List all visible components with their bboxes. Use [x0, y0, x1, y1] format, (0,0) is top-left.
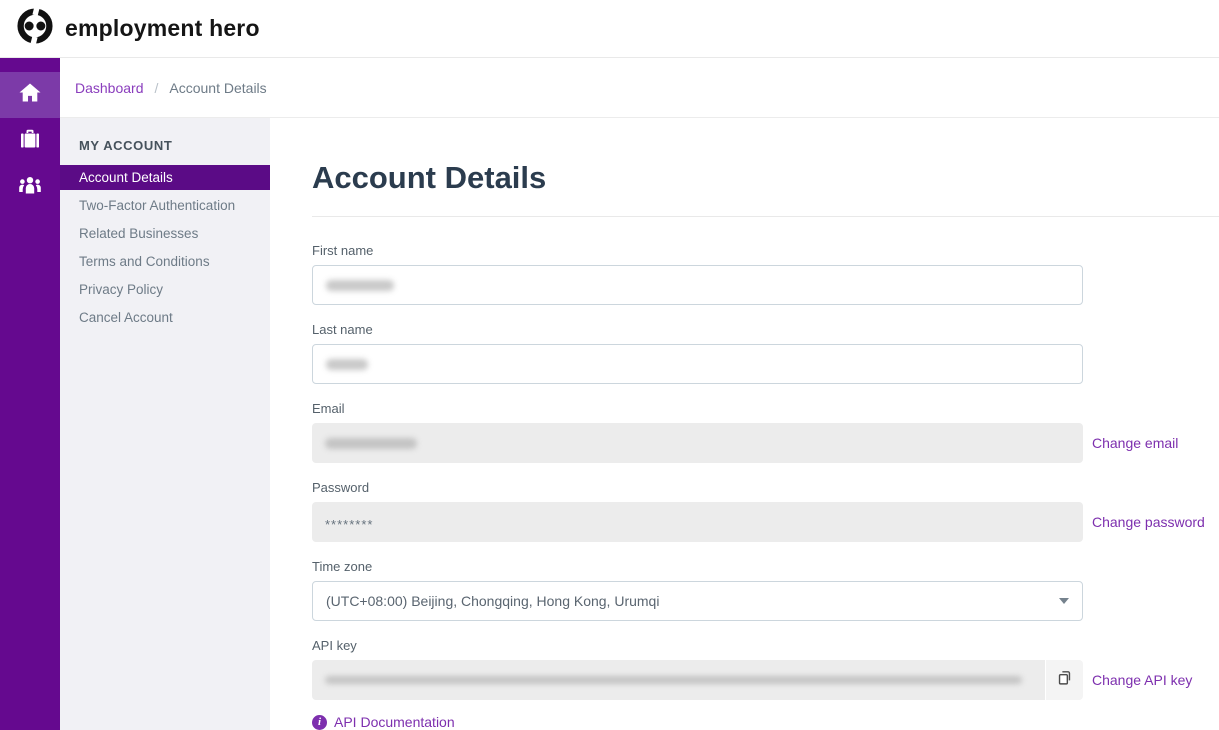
time-zone-label: Time zone — [312, 559, 1219, 574]
last-name-input[interactable] — [312, 344, 1083, 384]
first-name-group: First name — [312, 243, 1219, 305]
menu-item-two-factor[interactable]: Two-Factor Authentication — [60, 193, 270, 218]
email-label: Email — [312, 401, 1219, 416]
time-zone-group: Time zone (UTC+08:00) Beijing, Chongqing… — [312, 559, 1219, 621]
time-zone-select[interactable]: (UTC+08:00) Beijing, Chongqing, Hong Kon… — [312, 581, 1083, 621]
password-input: ******** — [312, 502, 1083, 542]
time-zone-value: (UTC+08:00) Beijing, Chongqing, Hong Kon… — [326, 593, 659, 609]
email-group: Email Change email — [312, 401, 1219, 463]
app-sidebar — [0, 58, 60, 730]
menu-item-terms[interactable]: Terms and Conditions — [60, 249, 270, 274]
menu-section-title: MY ACCOUNT — [60, 138, 270, 165]
last-name-label: Last name — [312, 322, 1219, 337]
api-key-input — [312, 660, 1045, 700]
chevron-down-icon — [1059, 598, 1069, 604]
sidebar-item-work[interactable] — [0, 118, 60, 164]
redacted-email — [325, 438, 417, 449]
api-key-input-group — [312, 660, 1083, 700]
change-api-key-link[interactable]: Change API key — [1092, 672, 1192, 688]
first-name-input[interactable] — [312, 265, 1083, 305]
email-input — [312, 423, 1083, 463]
menu-item-account-details[interactable]: Account Details — [60, 165, 270, 190]
password-label: Password — [312, 480, 1219, 495]
employment-hero-logo-icon — [17, 8, 53, 49]
briefcase-icon — [18, 127, 42, 156]
page-title: Account Details — [312, 160, 1219, 196]
menu-item-privacy[interactable]: Privacy Policy — [60, 277, 270, 302]
app-window: employment hero — [0, 0, 1219, 730]
home-icon — [18, 81, 42, 110]
api-key-group: API key Change API k — [312, 638, 1219, 730]
password-mask: ******** — [325, 513, 373, 532]
breadcrumb-dashboard-link[interactable]: Dashboard — [75, 80, 144, 96]
api-documentation-link[interactable]: i API Documentation — [312, 714, 1219, 730]
menu-item-related-businesses[interactable]: Related Businesses — [60, 221, 270, 246]
change-password-link[interactable]: Change password — [1092, 514, 1205, 530]
main-content: Account Details First name Last name Ema… — [270, 118, 1219, 730]
breadcrumb: Dashboard / Account Details — [60, 58, 1219, 118]
copy-api-key-button[interactable] — [1046, 660, 1083, 700]
api-documentation-label: API Documentation — [334, 714, 455, 730]
employment-hero-logo[interactable]: employment hero — [17, 8, 260, 49]
first-name-label: First name — [312, 243, 1219, 258]
title-divider — [312, 216, 1219, 217]
password-group: Password ******** Change password — [312, 480, 1219, 542]
people-icon — [17, 173, 43, 202]
redacted-api-key — [325, 676, 1022, 684]
api-key-label: API key — [312, 638, 1219, 653]
breadcrumb-separator: / — [155, 80, 159, 96]
logo-wordmark: employment hero — [65, 15, 260, 42]
sidebar-item-people[interactable] — [0, 164, 60, 210]
account-menu: MY ACCOUNT Account Details Two-Factor Au… — [60, 118, 270, 730]
info-icon: i — [312, 715, 327, 730]
top-header: employment hero — [0, 0, 1219, 58]
last-name-group: Last name — [312, 322, 1219, 384]
change-email-link[interactable]: Change email — [1092, 435, 1178, 451]
sidebar-item-home[interactable] — [0, 72, 60, 118]
redacted-first-name — [326, 280, 394, 291]
redacted-last-name — [326, 359, 368, 370]
breadcrumb-current: Account Details — [169, 80, 266, 96]
copy-icon — [1056, 669, 1073, 691]
menu-item-cancel-account[interactable]: Cancel Account — [60, 305, 270, 330]
